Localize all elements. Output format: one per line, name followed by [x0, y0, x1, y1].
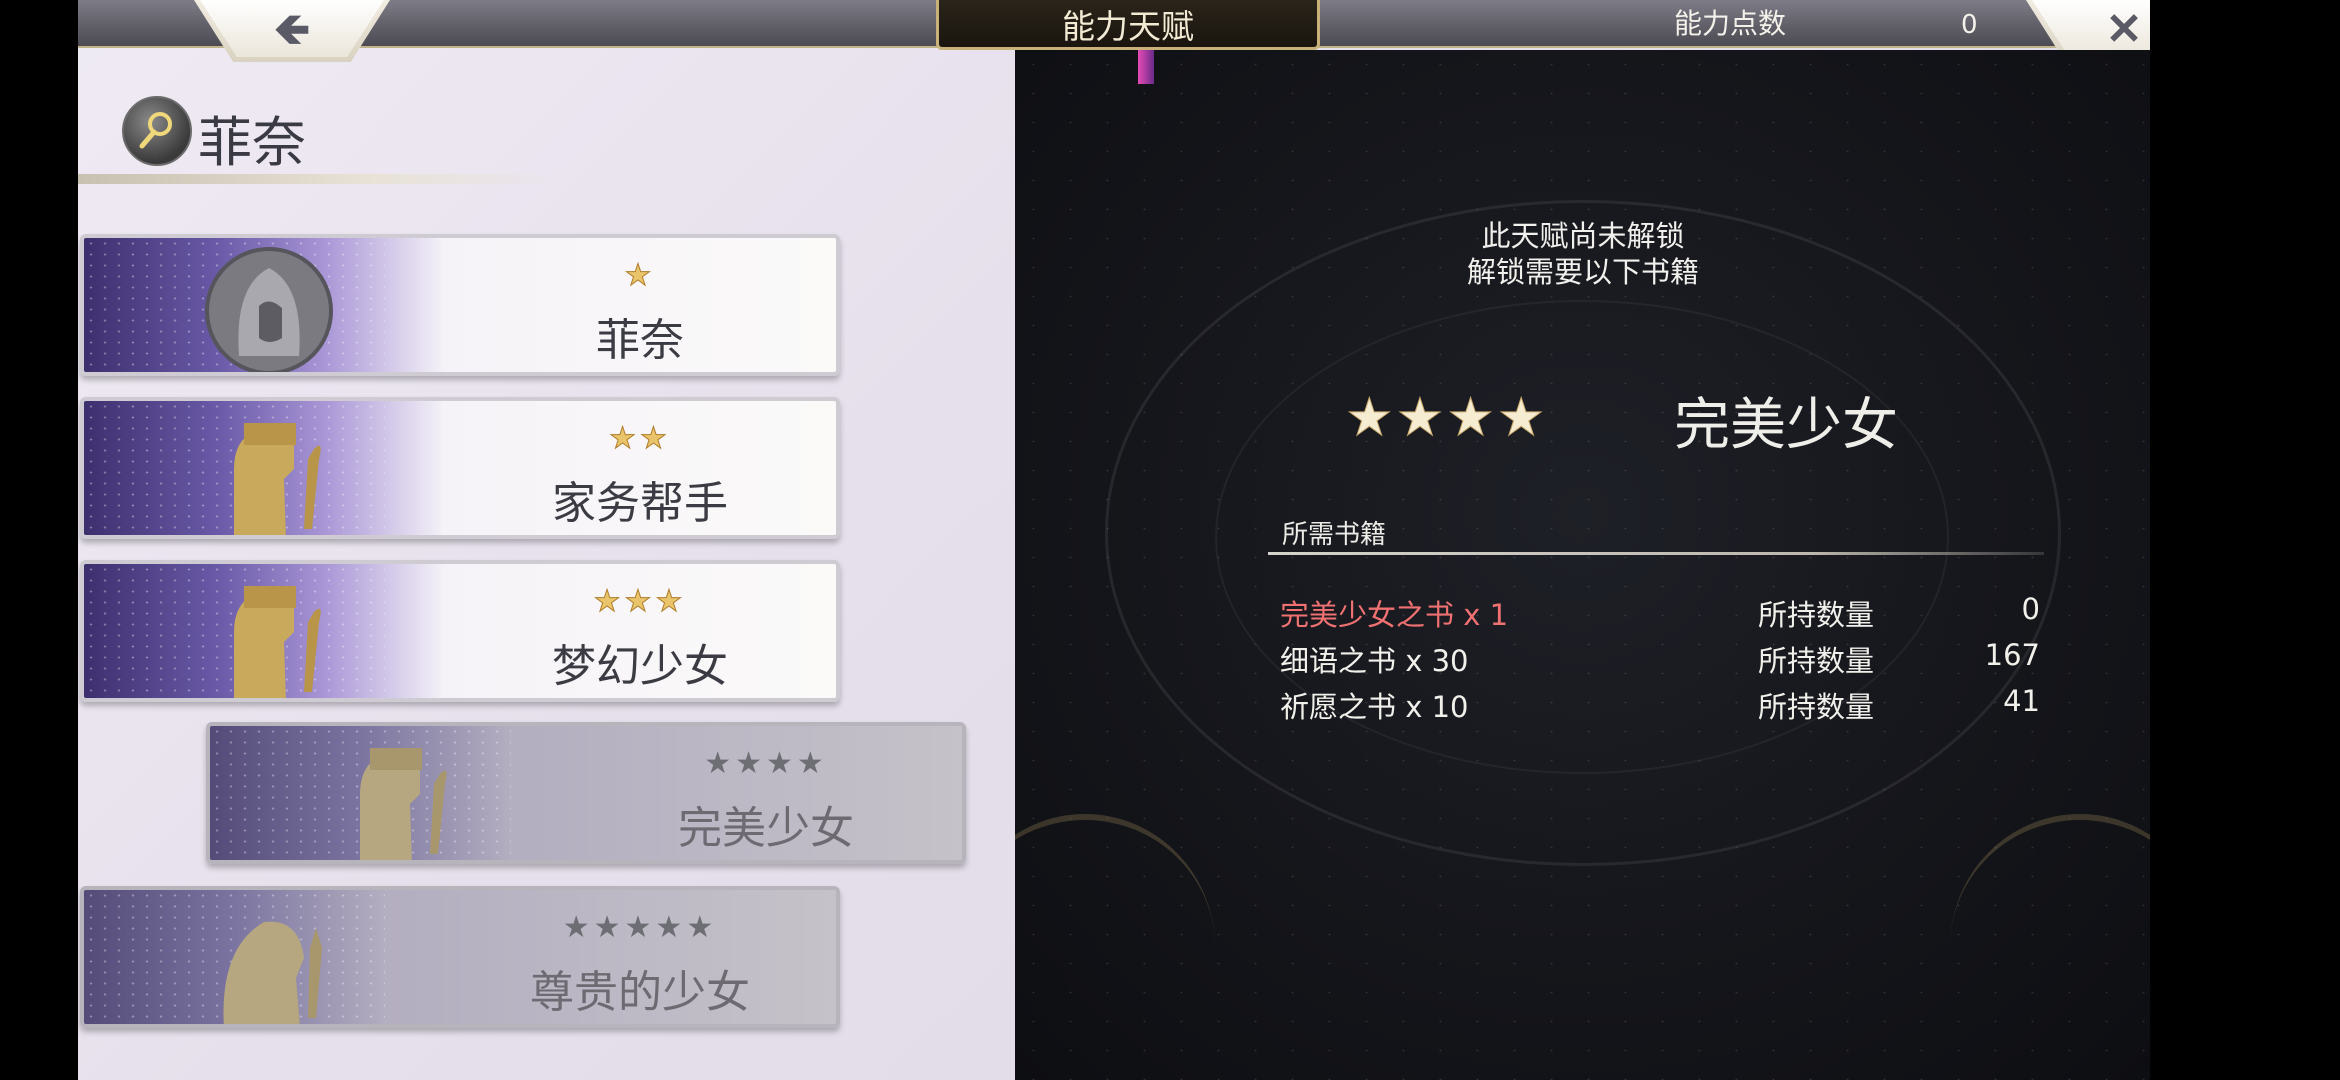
- detail-title: 完美少女: [1674, 393, 1898, 458]
- character-name: 菲奈: [198, 111, 306, 174]
- book-row: 完美少女之书 x 1 所持数量 0: [1280, 592, 2040, 632]
- books-divider: [1268, 552, 2044, 555]
- book-row: 祈愿之书 x 10 所持数量 41: [1280, 684, 2040, 724]
- owned-count: 167: [1984, 638, 2040, 672]
- talent-name: 梦幻少女: [552, 641, 728, 692]
- talent-name: 家务帮手: [552, 478, 728, 529]
- book-name: 完美少女之书 x 1: [1280, 598, 1509, 632]
- detail-stars: ★★★★: [1345, 388, 1549, 449]
- arrow-left-icon: 🡸: [274, 5, 310, 54]
- screen-edge: [2150, 0, 2340, 1080]
- book-row: 细语之书 x 30 所持数量 167: [1280, 638, 2040, 678]
- locked-message: 此天赋尚未解锁 解锁需要以下书籍: [938, 218, 2150, 290]
- talent-card-2[interactable]: ★★ 家务帮手: [80, 397, 840, 539]
- talent-name: 尊贵的少女: [530, 967, 750, 1018]
- talent-portrait-icon: [204, 898, 334, 1024]
- page-title: 能力天赋: [936, 0, 1320, 50]
- talent-detail-panel: [1015, 50, 2150, 1080]
- locked-line-2: 解锁需要以下书籍: [1466, 255, 1699, 289]
- talent-stars: ★★★★★: [562, 910, 718, 945]
- talent-portrait-icon: [330, 734, 460, 860]
- book-name: 祈愿之书 x 10: [1280, 690, 1469, 724]
- decorative-branch: [1950, 814, 2150, 1080]
- back-button[interactable]: 🡸: [194, 0, 390, 62]
- talent-stars: ★: [624, 258, 656, 294]
- owned-label: 所持数量: [1758, 690, 1875, 724]
- talent-card-1[interactable]: ★ 菲奈: [80, 234, 840, 376]
- owned-count: 41: [2003, 684, 2040, 718]
- name-underline: [78, 174, 558, 184]
- character-emblem-icon: [122, 96, 192, 166]
- ability-points-value: 0: [1961, 10, 1978, 40]
- talent-stars: ★★★★: [704, 746, 828, 781]
- talent-portrait-icon: [204, 246, 334, 372]
- owned-label: 所持数量: [1758, 598, 1875, 632]
- book-name: 细语之书 x 30: [1280, 644, 1469, 678]
- talent-stars: ★★: [609, 421, 671, 457]
- panel-accent-mark: [1138, 50, 1154, 84]
- decorative-branch: [1015, 814, 1215, 1080]
- talent-card-3[interactable]: ★★★ 梦幻少女: [80, 560, 840, 702]
- talent-screen: 🡸 能力天赋 能力点数 0 ✕ 菲奈 ★ 菲奈 ★★ 家务帮手 ★★★ 梦幻少女…: [78, 0, 2150, 1080]
- talent-portrait-icon: [204, 409, 334, 535]
- talent-portrait-icon: [204, 572, 334, 698]
- owned-count: 0: [2021, 592, 2040, 626]
- talent-stars: ★★★: [593, 584, 687, 620]
- talent-card-4-selected[interactable]: ★★★★ 完美少女: [206, 722, 966, 864]
- locked-line-1: 此天赋尚未解锁: [1481, 219, 1685, 253]
- talent-name: 完美少女: [678, 803, 854, 854]
- talent-name: 菲奈: [596, 315, 684, 366]
- books-header: 所需书籍: [1282, 520, 1387, 550]
- ability-points-label: 能力点数: [1674, 7, 1787, 40]
- talent-card-5[interactable]: ★★★★★ 尊贵的少女: [80, 886, 840, 1028]
- owned-label: 所持数量: [1758, 644, 1875, 678]
